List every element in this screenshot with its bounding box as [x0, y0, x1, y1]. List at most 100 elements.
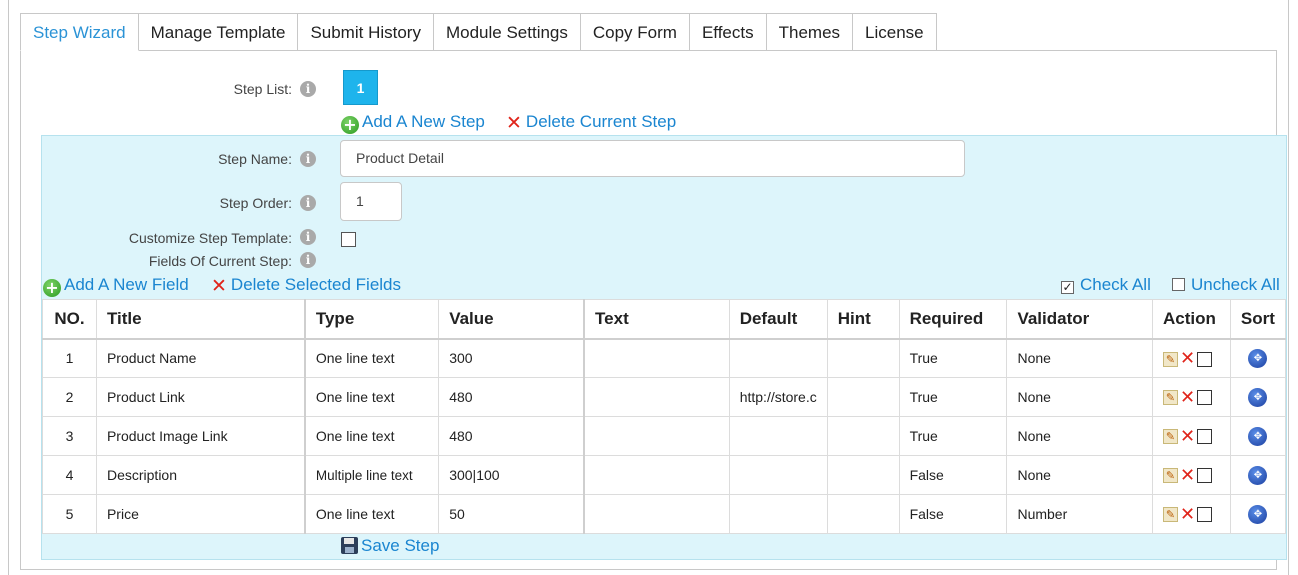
red-x-icon[interactable]: ✕ [1180, 350, 1195, 368]
cell-required: False [898, 455, 1008, 495]
check-all-control[interactable]: ✓ Check All [1061, 275, 1151, 295]
sort-arrows-icon[interactable]: ✥ [1248, 388, 1268, 407]
step-order-input[interactable]: 1 [340, 182, 402, 221]
pencil-icon[interactable]: ✎ [1162, 507, 1178, 523]
red-x-icon: ✕ [506, 112, 522, 134]
cell-default [728, 338, 828, 378]
cell-no: 5 [42, 494, 97, 534]
cell-validator: None [1006, 455, 1153, 495]
cell-type: One line text [304, 377, 440, 417]
table-header-row: NO. Title Type Value Text Default Hint R… [42, 299, 1287, 340]
pencil-icon[interactable]: ✎ [1162, 351, 1178, 367]
red-x-icon[interactable]: ✕ [1180, 466, 1195, 484]
cell-sort: ✥ [1229, 416, 1287, 456]
step-list-label: Step List: [233, 81, 292, 97]
info-icon[interactable]: i [300, 81, 316, 97]
step-name-input[interactable]: Product Detail [340, 140, 965, 177]
tab-effects[interactable]: Effects [689, 13, 767, 51]
cell-type: One line text [304, 416, 440, 456]
step-button-1[interactable]: 1 [343, 70, 378, 105]
table-row: 4 Description Multiple line text 300|100 Fal… [42, 455, 1287, 495]
delete-step-link[interactable]: ✕ Delete Current Step [506, 112, 676, 134]
delete-fields-link[interactable]: ✕ Delete Selected Fields [211, 275, 401, 297]
tab-copy-form[interactable]: Copy Form [580, 13, 690, 51]
add-field-link[interactable]: + Add A New Field [43, 275, 189, 297]
cell-value: 300|100 [438, 455, 586, 495]
cell-hint [826, 455, 900, 495]
tab-license[interactable]: License [853, 13, 937, 51]
column-header-hint: Hint [826, 299, 900, 340]
row-checkbox[interactable] [1197, 468, 1213, 484]
fields-current-step-label: Fields Of Current Step: [148, 253, 292, 269]
tab-manage-template[interactable]: Manage Template [138, 13, 299, 51]
sort-arrows-icon[interactable]: ✥ [1248, 505, 1268, 524]
cell-value: 50 [438, 494, 586, 534]
customize-template-label: Customize Step Template: [128, 230, 292, 246]
cell-title: Price [95, 494, 306, 534]
pencil-icon[interactable]: ✎ [1162, 468, 1178, 484]
red-x-icon[interactable]: ✕ [1180, 388, 1195, 406]
cell-sort: ✥ [1229, 338, 1287, 378]
row-checkbox[interactable] [1197, 351, 1213, 367]
sort-arrows-icon[interactable]: ✥ [1248, 466, 1268, 485]
cell-required: True [898, 338, 1008, 378]
tab-step-wizard[interactable]: Step Wizard [20, 13, 139, 51]
column-header-required: Required [898, 299, 1008, 340]
info-icon[interactable]: i [300, 252, 316, 268]
cell-action: ✎ ✕ [1151, 494, 1231, 534]
checked-checkbox-icon: ✓ [1061, 280, 1074, 294]
red-x-icon: ✕ [211, 275, 227, 297]
column-header-validator: Validator [1006, 299, 1153, 340]
cell-no: 4 [42, 455, 97, 495]
sort-arrows-icon[interactable]: ✥ [1248, 427, 1268, 446]
cell-hint [826, 416, 900, 456]
cell-no: 1 [42, 338, 97, 378]
cell-default [728, 494, 828, 534]
save-step-label: Save Step [361, 536, 440, 555]
column-header-sort: Sort [1229, 299, 1287, 340]
pencil-icon[interactable]: ✎ [1162, 390, 1178, 406]
tab-submit-history[interactable]: Submit History [298, 13, 434, 51]
cell-validator: Number [1006, 494, 1153, 534]
cell-text [583, 338, 730, 378]
red-x-icon[interactable]: ✕ [1180, 505, 1195, 523]
cell-type: Multiple line text [304, 455, 440, 495]
cell-validator: None [1006, 338, 1153, 378]
cell-title: Product Link [95, 377, 306, 417]
add-step-link[interactable]: + Add A New Step [341, 112, 485, 134]
cell-text [583, 455, 730, 495]
cell-default [728, 455, 828, 495]
table-row: 3 Product Image Link One line text 480 True N… [42, 416, 1287, 456]
delete-step-label: Delete Current Step [525, 112, 677, 131]
cell-action: ✎ ✕ [1151, 377, 1231, 417]
info-icon[interactable]: i [300, 195, 316, 211]
row-checkbox[interactable] [1197, 507, 1213, 523]
delete-fields-label: Delete Selected Fields [230, 275, 402, 294]
info-icon[interactable]: i [300, 151, 316, 167]
column-header-value: Value [438, 299, 586, 340]
tab-module-settings[interactable]: Module Settings [433, 13, 581, 51]
uncheck-all-control[interactable]: Uncheck All [1172, 275, 1280, 295]
cell-action: ✎ ✕ [1151, 338, 1231, 378]
empty-checkbox-icon [1172, 278, 1185, 291]
column-header-title: Title [95, 299, 306, 340]
row-checkbox[interactable] [1197, 429, 1213, 445]
info-icon[interactable]: i [300, 229, 316, 245]
column-header-action: Action [1151, 299, 1231, 340]
cell-text [583, 416, 730, 456]
cell-required: True [898, 416, 1008, 456]
pencil-icon[interactable]: ✎ [1162, 429, 1178, 445]
cell-sort: ✥ [1229, 455, 1287, 495]
row-checkbox[interactable] [1197, 390, 1213, 406]
column-header-no: NO. [42, 299, 97, 340]
cell-default: http://store.c [728, 377, 828, 417]
cell-action: ✎ ✕ [1151, 455, 1231, 495]
cell-title: Description [95, 455, 306, 495]
green-plus-icon: + [341, 116, 359, 134]
customize-template-checkbox[interactable] [341, 232, 356, 247]
tab-themes[interactable]: Themes [766, 13, 854, 51]
sort-arrows-icon[interactable]: ✥ [1248, 349, 1268, 369]
cell-hint [826, 377, 900, 417]
save-step-button[interactable]: Save Step [341, 536, 439, 556]
red-x-icon[interactable]: ✕ [1180, 427, 1195, 445]
